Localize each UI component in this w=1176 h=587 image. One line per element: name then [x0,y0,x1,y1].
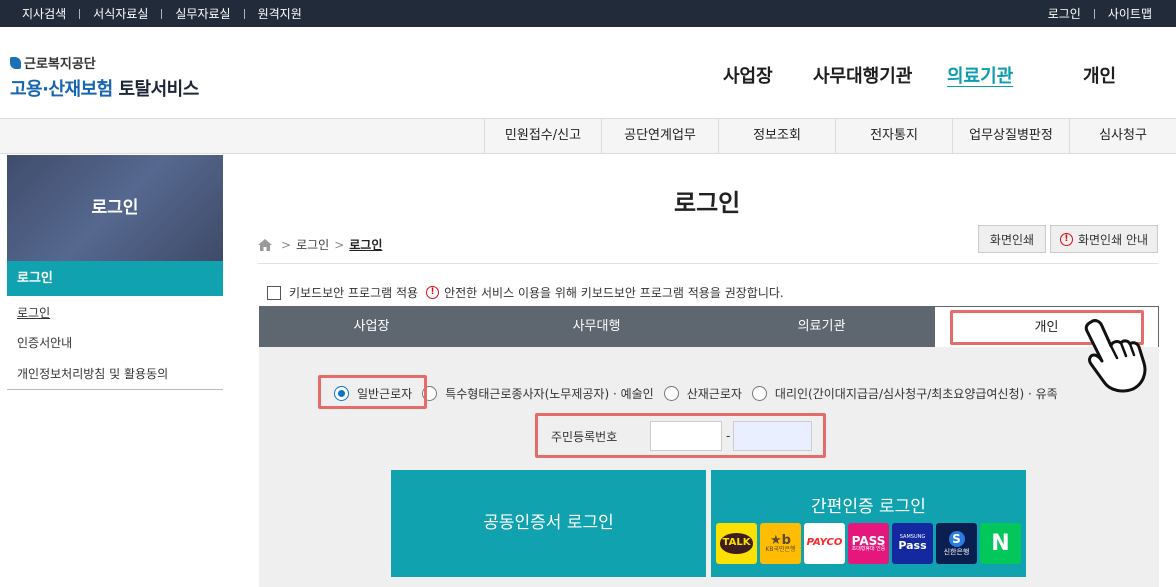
sidebar-title: 로그인 [7,155,223,261]
subnav-linked-work[interactable]: 공단연계업무 [601,119,718,153]
pointing-hand-icon [1084,319,1147,393]
sidebar-section-login[interactable]: 로그인 [7,261,223,296]
warning-icon: ! [1059,232,1073,246]
remote-support-link[interactable]: 원격지원 [258,5,302,22]
keyboard-security-checkbox[interactable] [267,285,281,300]
radio-injured-worker[interactable]: 산재근로자 [663,385,742,402]
sidebar-item-cert-guide[interactable]: 인증서안내 [17,334,72,351]
page-title: 로그인 [674,189,741,217]
print-guide-label: 화면인쇄 안내 [1077,232,1149,247]
joint-certificate-login-button[interactable]: 공동인증서 로그인 [391,470,706,577]
highlight-outline [318,375,427,409]
radio-special-worker[interactable]: 특수형태근로종사자(노무제공자) · 예술인 [422,385,654,402]
keyboard-security-row: 키보드보안 프로그램 적용 ! 안전한 서비스 이용을 위해 키보드보안 프로그… [267,284,784,301]
sidebar-item-privacy[interactable]: 개인정보처리방침 및 활용동의 [17,365,168,382]
forms-library-link[interactable]: 서식자료실 [93,5,148,22]
divider [161,8,163,19]
gnb-business[interactable]: 사업장 [723,62,773,88]
gnb-medical[interactable]: 의료기관 [947,62,1013,88]
keyboard-security-notice: 안전한 서비스 이용을 위해 키보드보안 프로그램 적용을 권장합니다. [444,286,784,300]
utility-links-left: 지사검색 서식자료실 실무자료실 원격지원 [22,5,302,22]
utility-links-right: 로그인 사이트맵 [1048,5,1152,22]
breadcrumb-current[interactable]: 로그인 [349,236,382,253]
gnb-individual[interactable]: 개인 [1083,62,1116,88]
subnav-e-notice[interactable]: 전자통지 [835,119,952,153]
sidebar-divider [7,389,223,390]
print-button[interactable]: 화면인쇄 [978,225,1046,253]
payco-auth-button[interactable]: PAYCO [804,523,845,564]
breadcrumb-item[interactable]: 로그인 [296,236,329,253]
practice-library-link[interactable]: 실무자료실 [175,5,230,22]
tab-agency[interactable]: 사무대행 [484,306,709,347]
user-type-radio-group: 일반근로자 특수형태근로종사자(노무제공자) · 예술인 산재근로자 대리인(간… [334,385,1058,402]
divider [258,263,1158,264]
radio-dot [751,386,767,401]
sub-navigation: 민원접수/신고 공단연계업무 정보조회 전자통지 업무상질병판정 심사청구 [0,118,1176,154]
chevron-right-icon: > [281,237,292,252]
pass-auth-button[interactable]: PASS 초대형휴대 인증 [848,523,889,564]
radio-dot [663,386,679,401]
gnb-agency[interactable]: 사무대행기관 [813,62,912,88]
subnav-disease-judgment[interactable]: 업무상질병판정 [952,119,1069,153]
keyboard-security-label[interactable]: 키보드보안 프로그램 적용 [289,284,418,301]
site-logo[interactable]: 근로복지공단 고용·산재보험 토탈서비스 [10,53,199,101]
comwel-logo-icon [10,56,21,69]
logo-service-name: 고용·산재보험 [10,79,113,100]
highlight-outline [535,413,826,458]
radio-agent[interactable]: 대리인(간이대지급금/심사청구/최초요양급여신청) · 유족 [751,385,1058,402]
tab-business[interactable]: 사업장 [259,306,484,347]
login-link[interactable]: 로그인 [1048,5,1081,22]
print-guide-button[interactable]: ! 화면인쇄 안내 [1050,225,1158,253]
logo-service-suffix: 토탈서비스 [118,79,199,100]
top-utility-bar: 지사검색 서식자료실 실무자료실 원격지원 로그인 사이트맵 [0,0,1176,27]
kb-auth-button[interactable]: ★b KB국민은행 [760,523,801,564]
kakao-auth-button[interactable]: TALK [716,523,757,564]
simple-auth-title: 간편인증 로그인 [811,497,926,517]
samsung-pass-auth-button[interactable]: SAMSUNG Pass [892,523,933,564]
divider [243,8,245,19]
naver-auth-button[interactable]: N [980,523,1021,564]
tab-medical[interactable]: 의료기관 [709,306,934,347]
warning-icon: ! [426,286,440,299]
sitemap-link[interactable]: 사이트맵 [1108,5,1152,22]
branch-search-link[interactable]: 지사검색 [22,5,66,22]
breadcrumb: > 로그인 > 로그인 [258,236,382,253]
home-icon[interactable] [258,238,272,251]
simple-auth-login: 간편인증 로그인 TALK ★b KB국민은행 PAYCO PASS 초대형휴대… [711,470,1026,577]
chevron-right-icon: > [334,237,345,252]
subnav-info-lookup[interactable]: 정보조회 [718,119,835,153]
shinhan-auth-button[interactable]: S 신한은행 [936,523,977,564]
subnav-civil-petition[interactable]: 민원접수/신고 [484,119,601,153]
logo-org-name: 근로복지공단 [24,57,96,72]
divider [79,8,81,19]
subnav-review-request[interactable]: 심사청구 [1069,119,1176,153]
divider [1093,8,1095,19]
sidebar-item-login[interactable]: 로그인 [17,304,50,321]
